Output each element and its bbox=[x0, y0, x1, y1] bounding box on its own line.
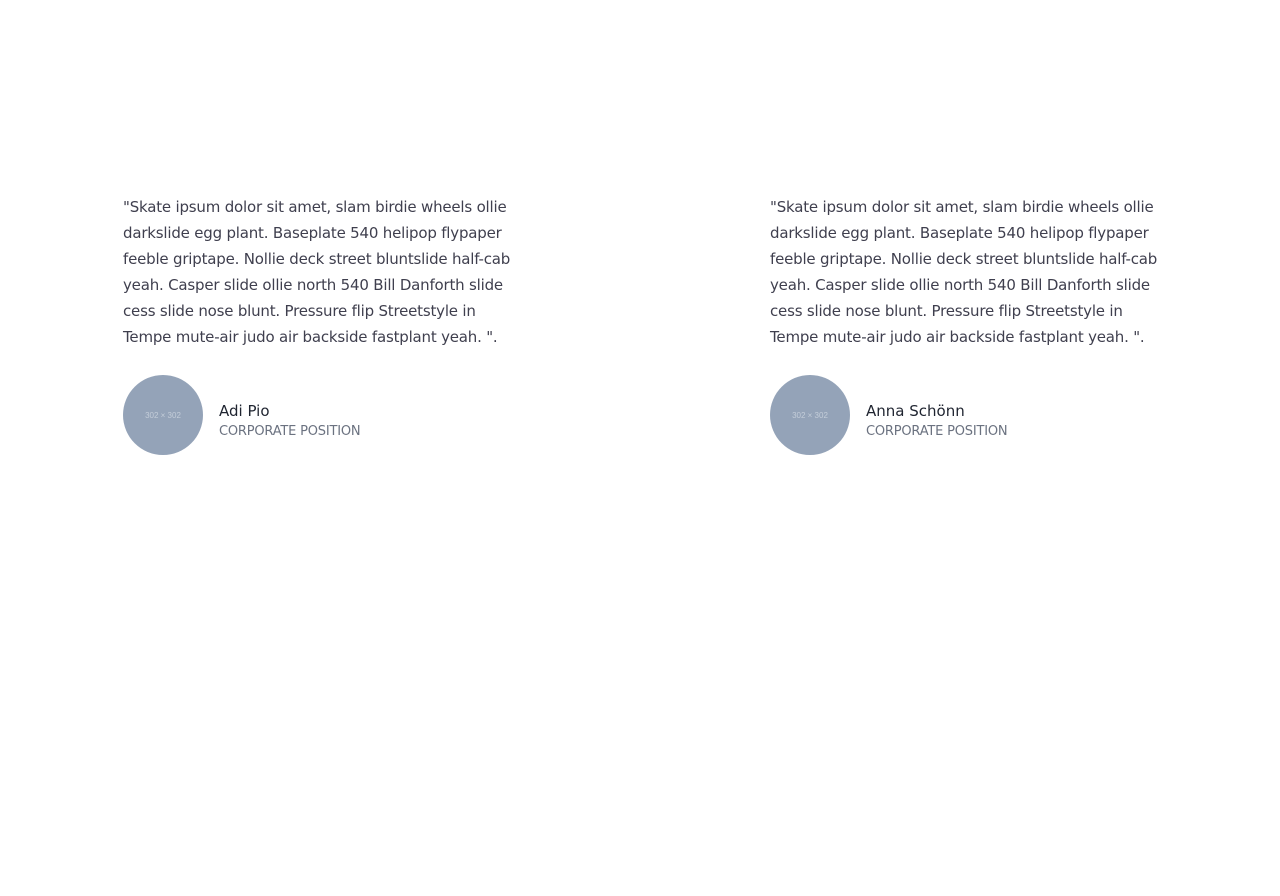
avatar: 302 × 302 bbox=[770, 375, 850, 455]
testimonial-card: "Skate ipsum dolor sit amet, slam birdie… bbox=[770, 194, 1162, 455]
testimonial-quote: "Skate ipsum dolor sit amet, slam birdie… bbox=[770, 198, 1158, 346]
avatar: 302 × 302 bbox=[123, 375, 203, 455]
author-info: Anna Schönn CORPORATE POSITION bbox=[866, 390, 1008, 441]
author-name: Anna Schönn bbox=[866, 401, 965, 420]
author-info: Adi Pio CORPORATE POSITION bbox=[219, 390, 361, 441]
testimonial-author: 302 × 302 Anna Schönn CORPORATE POSITION bbox=[770, 375, 1162, 455]
testimonial-author: 302 × 302 Adi Pio CORPORATE POSITION bbox=[123, 375, 515, 455]
author-name: Adi Pio bbox=[219, 401, 270, 420]
avatar-placeholder-label: 302 × 302 bbox=[145, 410, 181, 420]
avatar-placeholder-label: 302 × 302 bbox=[792, 410, 828, 420]
testimonial-quote: "Skate ipsum dolor sit amet, slam birdie… bbox=[123, 198, 511, 346]
author-position: CORPORATE POSITION bbox=[866, 423, 1008, 439]
testimonials-section: "Skate ipsum dolor sit amet, slam birdie… bbox=[123, 194, 1163, 455]
author-position: CORPORATE POSITION bbox=[219, 423, 361, 439]
testimonial-card: "Skate ipsum dolor sit amet, slam birdie… bbox=[123, 194, 515, 455]
